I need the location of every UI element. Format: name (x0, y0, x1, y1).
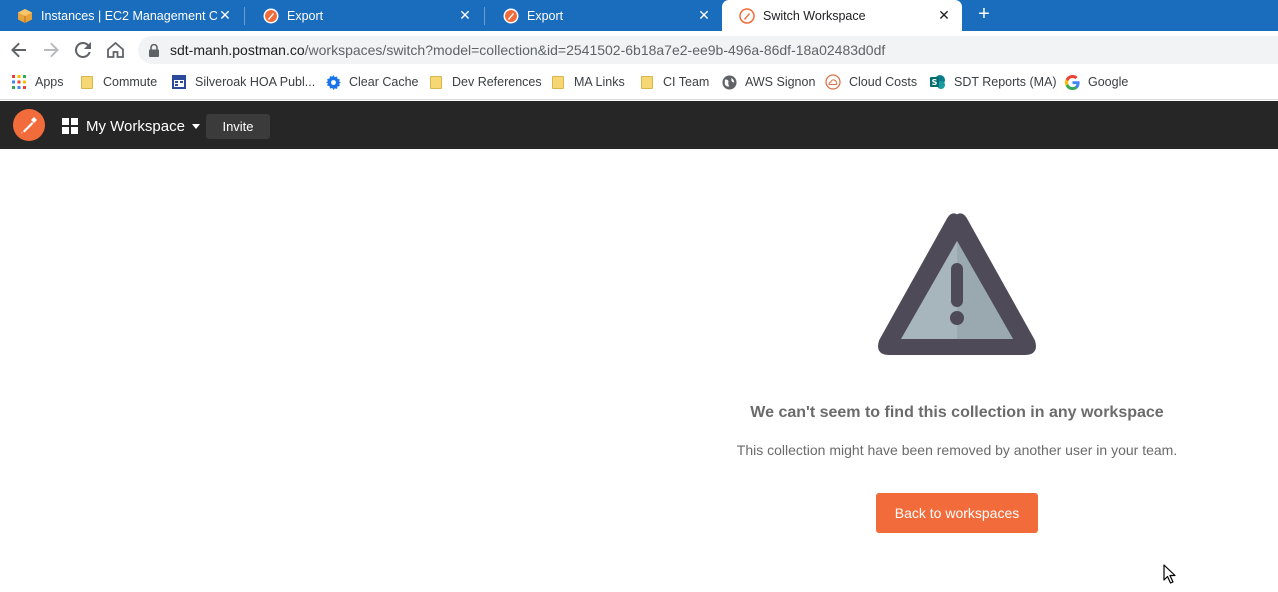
mouse-cursor-icon (1163, 564, 1176, 584)
folder-icon (79, 74, 95, 90)
tab-export-1[interactable]: Export ✕ (246, 0, 483, 31)
postman-icon (739, 7, 755, 24)
bookmark-label: SDT Reports (MA) (954, 75, 1057, 89)
close-tab-icon[interactable]: ✕ (457, 7, 473, 24)
bookmarks-bar: Apps Commute Silveroak HOA Publ... Clear… (0, 68, 1278, 100)
postman-icon (263, 8, 279, 24)
bookmark-cloud-costs[interactable]: Cloud Costs (825, 68, 917, 96)
bookmark-label: Dev References (452, 75, 542, 89)
bookmark-label: Cloud Costs (849, 75, 918, 89)
tab-title: Export (527, 8, 564, 23)
bookmark-clear-cache[interactable]: Clear Cache (325, 68, 418, 96)
bookmark-commute[interactable]: Commute (79, 68, 157, 96)
close-tab-icon[interactable]: ✕ (936, 7, 952, 24)
bookmark-label: AWS Signon (745, 75, 816, 89)
tab-divider (484, 7, 485, 25)
bookmark-silveroak[interactable]: Silveroak HOA Publ... (171, 68, 315, 96)
tab-switch-workspace[interactable]: Switch Workspace ✕ (722, 0, 962, 31)
chevron-down-icon (191, 123, 200, 129)
globe-icon (721, 74, 737, 90)
new-tab-button[interactable]: + (974, 4, 994, 25)
bookmark-label: MA Links (574, 75, 625, 89)
bookmark-sdt-reports[interactable]: S SDT Reports (MA) (930, 68, 1057, 96)
bookmark-ma-links[interactable]: MA Links (550, 68, 625, 96)
address-bar[interactable]: sdt-manh.postman.co/workspaces/switch?mo… (138, 36, 1278, 64)
error-title: We can't seem to find this collection in… (750, 404, 1164, 421)
aws-box-icon (17, 8, 33, 24)
tab-ec2-instances[interactable]: Instances | EC2 Management Con ✕ (0, 0, 243, 31)
workspace-name: My Workspace (86, 117, 185, 135)
folder-icon (639, 74, 655, 90)
main-content: We can't seem to find this collection in… (0, 149, 1278, 592)
bookmark-label: CI Team (663, 75, 710, 89)
bookmark-label: Silveroak HOA Publ... (195, 75, 316, 89)
forward-arrow-icon[interactable] (41, 40, 61, 60)
home-icon[interactable] (105, 40, 125, 60)
calendar-icon (171, 74, 187, 90)
browser-tab-strip: Instances | EC2 Management Con ✕ Export … (0, 0, 1278, 31)
bookmark-label: Commute (103, 75, 158, 89)
workspace-switcher[interactable]: My Workspace (62, 115, 200, 137)
bookmark-aws-signon[interactable]: AWS Signon (721, 68, 815, 96)
postman-icon (503, 8, 519, 24)
invite-button[interactable]: Invite (206, 114, 270, 139)
google-icon (1064, 74, 1080, 90)
cloud-icon (825, 74, 841, 90)
reload-icon[interactable] (73, 40, 93, 60)
workspace-grid-icon (62, 118, 78, 134)
back-to-workspaces-button[interactable]: Back to workspaces (876, 493, 1038, 533)
folder-icon (550, 74, 566, 90)
apps-grid-icon (11, 74, 27, 90)
browser-toolbar: sdt-manh.postman.co/workspaces/switch?mo… (0, 31, 1278, 68)
bookmark-label: Apps (35, 75, 64, 89)
close-tab-icon[interactable]: ✕ (217, 7, 233, 24)
error-message: This collection might have been removed … (736, 442, 1178, 458)
back-arrow-icon[interactable] (9, 40, 29, 60)
folder-icon (428, 74, 444, 90)
tab-export-2[interactable]: Export ✕ (486, 0, 722, 31)
svg-text:S: S (932, 78, 938, 87)
postman-logo-icon[interactable] (13, 109, 45, 141)
bookmark-dev-references[interactable]: Dev References (428, 68, 542, 96)
url-path: /workspaces/switch?model=collection&id=2… (304, 42, 886, 58)
url-host: sdt-manh.postman.co (170, 42, 305, 58)
tab-title: Export (287, 8, 324, 23)
warning-triangle-icon (878, 213, 1036, 355)
close-tab-icon[interactable]: ✕ (696, 7, 712, 24)
bookmark-apps[interactable]: Apps (11, 68, 64, 96)
url-text: sdt-manh.postman.co/workspaces/switch?mo… (170, 42, 885, 58)
bookmark-label: Clear Cache (349, 75, 419, 89)
bookmark-google[interactable]: Google (1064, 68, 1128, 96)
tab-title: Switch Workspace (763, 8, 866, 23)
lock-icon[interactable] (149, 43, 161, 57)
postman-header: My Workspace Invite (0, 101, 1278, 149)
bookmark-ci-team[interactable]: CI Team (639, 68, 709, 96)
tab-title: Instances | EC2 Management Con (41, 8, 217, 23)
bookmark-label: Google (1088, 75, 1129, 89)
gear-icon (325, 74, 341, 90)
sharepoint-icon: S (930, 74, 946, 90)
tab-divider (244, 7, 245, 25)
